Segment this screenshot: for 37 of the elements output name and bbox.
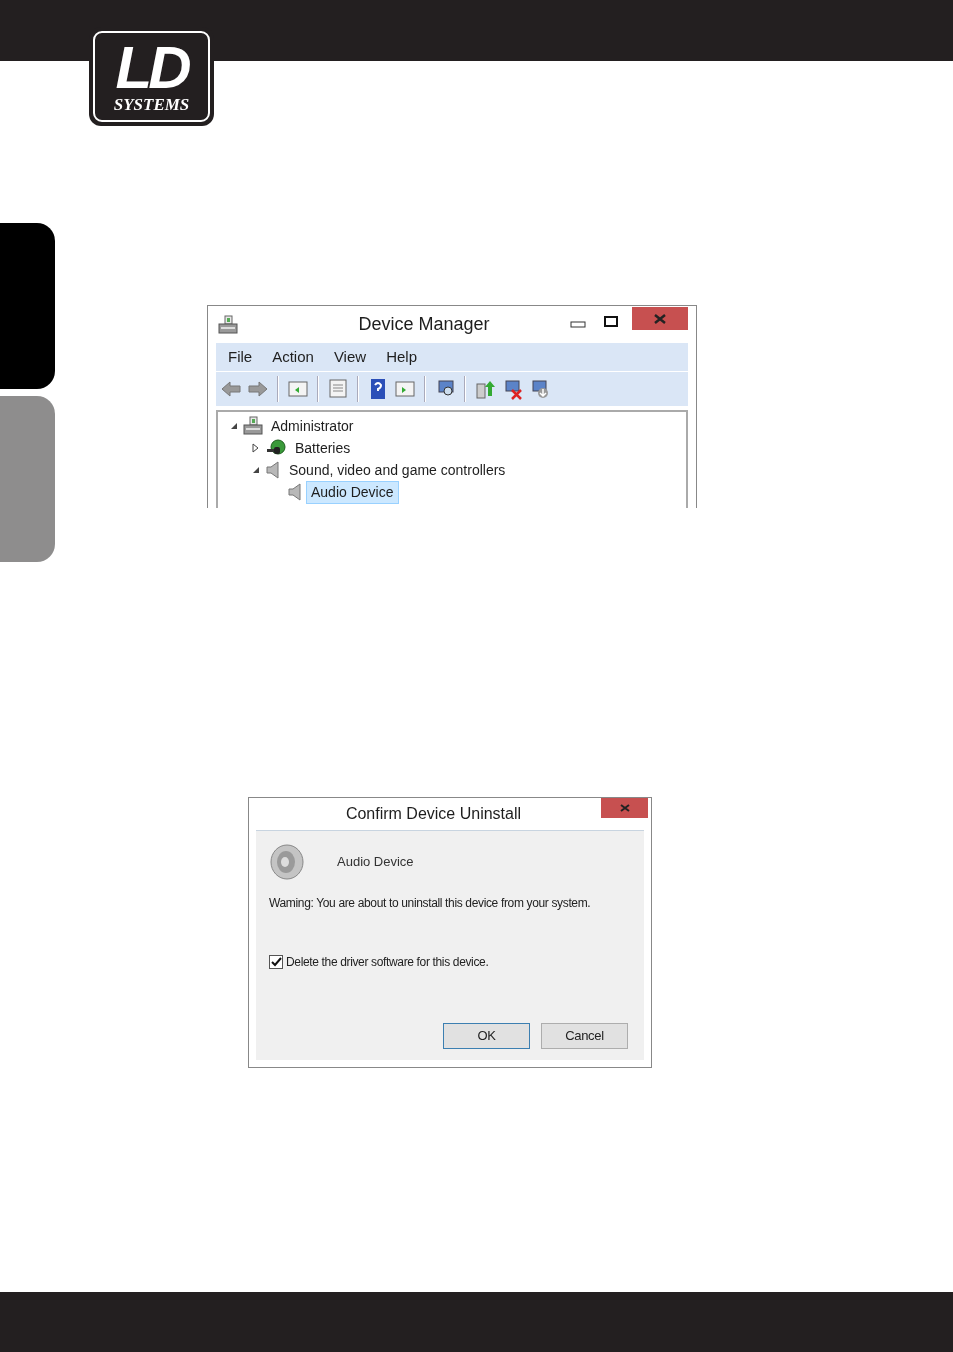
minimize-icon[interactable] [570,320,586,329]
close-button[interactable] [632,307,688,330]
collapse-arrow-icon[interactable] [252,465,260,475]
speaker-icon [287,483,303,501]
dialog-button[interactable]: Cancel [541,1023,628,1049]
tree-item[interactable]: Administrator [266,414,359,438]
close-icon [654,313,666,324]
panel-icon[interactable] [394,378,416,400]
logo-mark: LD [115,39,188,96]
back-arrow-icon[interactable] [220,378,242,400]
checkbox-label: Delete the driver software for this device. [286,954,489,971]
close-button[interactable] [601,798,648,818]
battery-plug-icon [265,438,287,458]
menu-item[interactable]: Action [272,345,314,369]
logo-wordmark: SYSTEMS [113,95,190,114]
forward-arrow-icon[interactable] [247,378,269,400]
window-title: Device Manager [357,313,491,336]
tree-item[interactable]: Audio Device [306,480,399,504]
speaker-icon [265,461,281,479]
panel-icon[interactable] [287,378,309,400]
tree-item[interactable]: Sound, video and game controllers [284,458,511,482]
expand-arrow-icon[interactable] [252,443,260,453]
warning-text: Waming: You are about to uninstall this device from your system. [269,895,592,912]
dialog-button[interactable]: OK [443,1023,530,1049]
checkbox[interactable] [269,955,283,969]
tree-item[interactable]: Batteries [290,436,356,460]
collapse-arrow-icon[interactable] [230,421,238,431]
dialog-title: Confirm Device Uninstall [344,804,523,824]
device-name: Audio Device [337,853,414,872]
menu-item[interactable]: File [228,345,253,369]
menu-item[interactable]: Help [386,345,417,369]
computer-icon [218,314,238,335]
menu-item[interactable]: View [333,345,367,369]
computer-icon [243,416,263,436]
maximize-icon[interactable] [604,315,618,328]
speaker-icon [269,843,305,881]
close-icon [619,804,630,812]
